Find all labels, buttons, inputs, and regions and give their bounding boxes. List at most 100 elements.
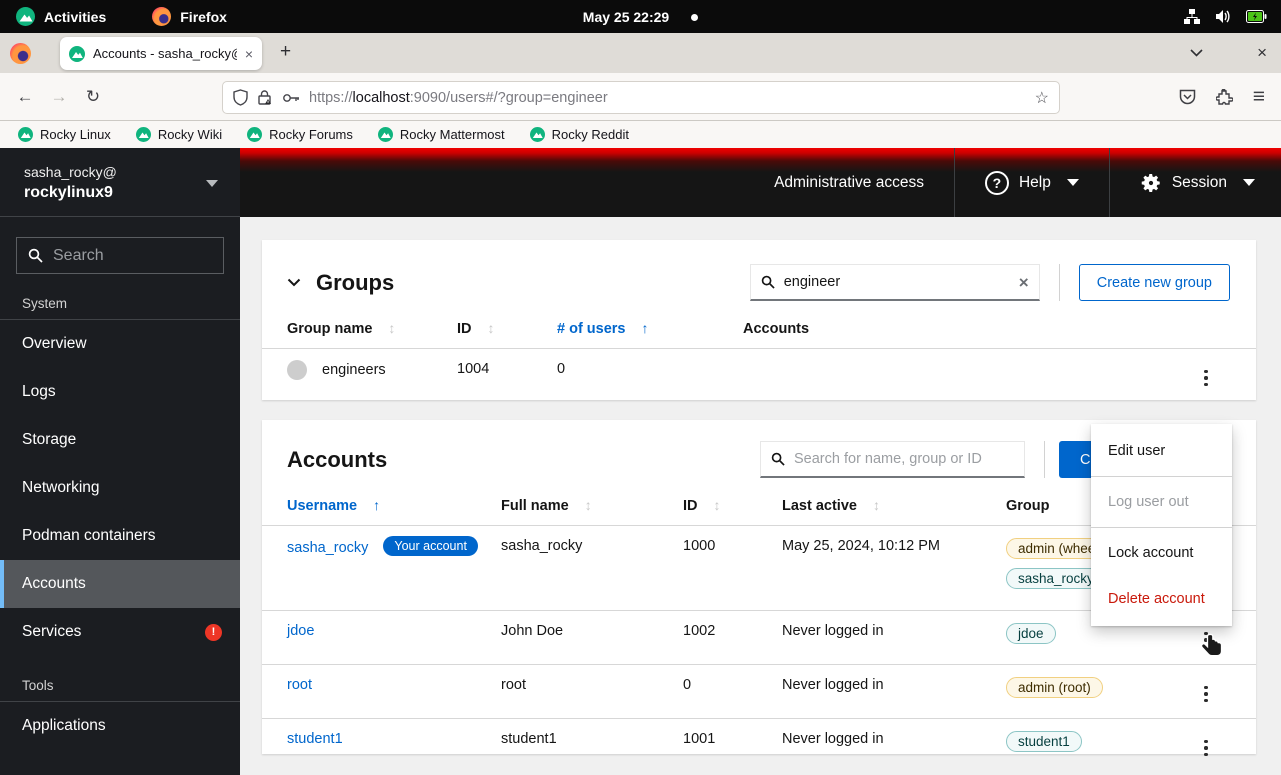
sidebar-item-applications[interactable]: Applications bbox=[0, 702, 240, 750]
sidebar-item-storage[interactable]: Storage bbox=[0, 416, 240, 464]
url-scheme: https:// bbox=[309, 90, 353, 106]
full-name: root bbox=[501, 665, 683, 719]
sort-icon: ↕ bbox=[388, 320, 395, 336]
sidebar-item-label: Overview bbox=[22, 335, 87, 353]
activities-label: Activities bbox=[44, 9, 106, 25]
col-accounts[interactable]: Accounts bbox=[743, 311, 1198, 349]
question-circle-icon: ? bbox=[985, 171, 1009, 195]
browser-tab-bar: Accounts - sasha_rocky@ × + × bbox=[0, 33, 1281, 73]
bookmark-favicon-icon bbox=[530, 127, 545, 142]
bookmark-rocky-reddit[interactable]: Rocky Reddit bbox=[530, 127, 629, 142]
groups-title: Groups bbox=[316, 270, 394, 296]
chevron-down-icon bbox=[1243, 179, 1255, 186]
administrative-access-label: Administrative access bbox=[774, 174, 924, 192]
sidebar-item-podman-containers[interactable]: Podman containers bbox=[0, 512, 240, 560]
forward-icon[interactable]: → bbox=[42, 87, 76, 107]
col-group-name[interactable]: Group name↕ bbox=[262, 311, 457, 349]
bookmark-rocky-mattermost[interactable]: Rocky Mattermost bbox=[378, 127, 505, 142]
sort-icon: ↕ bbox=[714, 497, 721, 513]
group-chip[interactable]: student1 bbox=[1006, 731, 1082, 752]
bookmark-rocky-wiki[interactable]: Rocky Wiki bbox=[136, 127, 222, 142]
session-menu-button[interactable]: Session bbox=[1110, 148, 1281, 217]
pocket-icon[interactable] bbox=[1179, 89, 1196, 105]
sidebar-item-label: Networking bbox=[22, 479, 100, 497]
activities-button[interactable]: Activities bbox=[16, 7, 106, 26]
chevron-down-icon bbox=[206, 180, 218, 187]
menu-item-lock-account[interactable]: Lock account bbox=[1091, 530, 1232, 576]
url-text[interactable]: https://localhost:9090/users#/?group=eng… bbox=[309, 90, 1026, 106]
create-new-group-button[interactable]: Create new group bbox=[1079, 264, 1230, 301]
tab-close-icon[interactable]: × bbox=[245, 47, 253, 61]
account-kebab-menu-icon[interactable] bbox=[1198, 628, 1214, 653]
group-chip[interactable]: admin (root) bbox=[1006, 677, 1103, 698]
col-num-users[interactable]: # of users↑ bbox=[557, 311, 743, 349]
account-kebab-menu-icon[interactable] bbox=[1198, 736, 1214, 761]
lock-warning-icon[interactable] bbox=[257, 89, 273, 106]
firefox-appmenu-label: Firefox bbox=[180, 9, 227, 25]
accounts-search-input[interactable] bbox=[794, 451, 1014, 467]
divider bbox=[1044, 441, 1045, 478]
sidebar-item-overview[interactable]: Overview bbox=[0, 320, 240, 368]
account-row-student1: student1 student1 1001 Never logged in s… bbox=[262, 719, 1256, 773]
account-actions-menu: Edit user Log user out Lock account Dele… bbox=[1091, 424, 1232, 626]
col-id[interactable]: ID↕ bbox=[683, 488, 782, 526]
reload-icon[interactable]: ↻ bbox=[76, 87, 110, 107]
firefox-icon bbox=[152, 7, 171, 26]
username-link[interactable]: root bbox=[287, 677, 312, 693]
accounts-search[interactable] bbox=[760, 441, 1025, 478]
group-chip[interactable]: jdoe bbox=[1006, 623, 1056, 644]
sort-icon: ↕ bbox=[585, 497, 592, 513]
hamburger-menu-icon[interactable]: ≡ bbox=[1253, 85, 1265, 109]
bookmark-rocky-linux[interactable]: Rocky Linux bbox=[18, 127, 111, 142]
sidebar-item-accounts[interactable]: Accounts bbox=[0, 560, 240, 608]
host-switcher[interactable]: sasha_rocky@ rockylinux9 bbox=[0, 148, 240, 217]
groups-collapse-chevron-icon[interactable] bbox=[287, 278, 301, 287]
sort-icon: ↕ bbox=[873, 497, 880, 513]
clear-search-icon[interactable]: × bbox=[1019, 274, 1029, 291]
group-kebab-menu-icon[interactable] bbox=[1198, 366, 1214, 391]
help-menu-button[interactable]: ? Help bbox=[955, 148, 1109, 217]
groups-search[interactable]: × bbox=[750, 264, 1040, 301]
menu-item-delete-account[interactable]: Delete account bbox=[1091, 576, 1232, 622]
col-last-active[interactable]: Last active↕ bbox=[782, 488, 1006, 526]
bookmark-star-icon[interactable]: ☆ bbox=[1035, 88, 1049, 108]
sidebar-search[interactable] bbox=[16, 237, 224, 274]
col-username[interactable]: Username↑ bbox=[262, 488, 501, 526]
administrative-access-button[interactable]: Administrative access bbox=[744, 148, 954, 217]
username-link[interactable]: sasha_rocky bbox=[287, 540, 368, 556]
tab-list-chevron-icon[interactable] bbox=[1190, 49, 1203, 57]
sidebar-item-logs[interactable]: Logs bbox=[0, 368, 240, 416]
col-full-name[interactable]: Full name↕ bbox=[501, 488, 683, 526]
system-tray[interactable] bbox=[1184, 9, 1281, 24]
key-icon[interactable] bbox=[282, 92, 300, 104]
sidebar-item-label: Accounts bbox=[22, 575, 86, 593]
back-icon[interactable]: ← bbox=[8, 87, 42, 107]
search-icon bbox=[28, 248, 43, 263]
window-close-icon[interactable]: × bbox=[1257, 43, 1267, 63]
services-alert-badge: ! bbox=[205, 624, 222, 641]
menu-item-edit-user[interactable]: Edit user bbox=[1091, 428, 1232, 474]
divider bbox=[1091, 476, 1232, 477]
url-bar[interactable]: https://localhost:9090/users#/?group=eng… bbox=[222, 81, 1060, 114]
sidebar-section-tools: Tools bbox=[0, 656, 240, 701]
extensions-puzzle-icon[interactable] bbox=[1216, 89, 1233, 106]
sidebar-search-input[interactable] bbox=[53, 247, 212, 265]
sidebar-item-label: Logs bbox=[22, 383, 56, 401]
sidebar-item-networking[interactable]: Networking bbox=[0, 464, 240, 512]
shield-icon[interactable] bbox=[233, 89, 248, 106]
bookmark-rocky-forums[interactable]: Rocky Forums bbox=[247, 127, 353, 142]
browser-tab-active[interactable]: Accounts - sasha_rocky@ × bbox=[60, 37, 262, 70]
firefox-appmenu-button[interactable]: Firefox bbox=[152, 7, 227, 26]
screen: Activities Firefox May 25 22:29 bbox=[0, 0, 1281, 775]
network-icon bbox=[1184, 9, 1200, 24]
username-link[interactable]: jdoe bbox=[287, 623, 314, 639]
col-id[interactable]: ID↕ bbox=[457, 311, 557, 349]
account-id: 1000 bbox=[683, 526, 782, 611]
bookmark-label: Rocky Wiki bbox=[158, 127, 222, 142]
menu-item-log-user-out[interactable]: Log user out bbox=[1091, 479, 1232, 525]
username-link[interactable]: student1 bbox=[287, 731, 343, 747]
groups-search-input[interactable] bbox=[784, 274, 1010, 290]
account-kebab-menu-icon[interactable] bbox=[1198, 682, 1214, 707]
sidebar-item-services[interactable]: Services ! bbox=[0, 608, 240, 656]
new-tab-button[interactable]: + bbox=[280, 41, 291, 63]
